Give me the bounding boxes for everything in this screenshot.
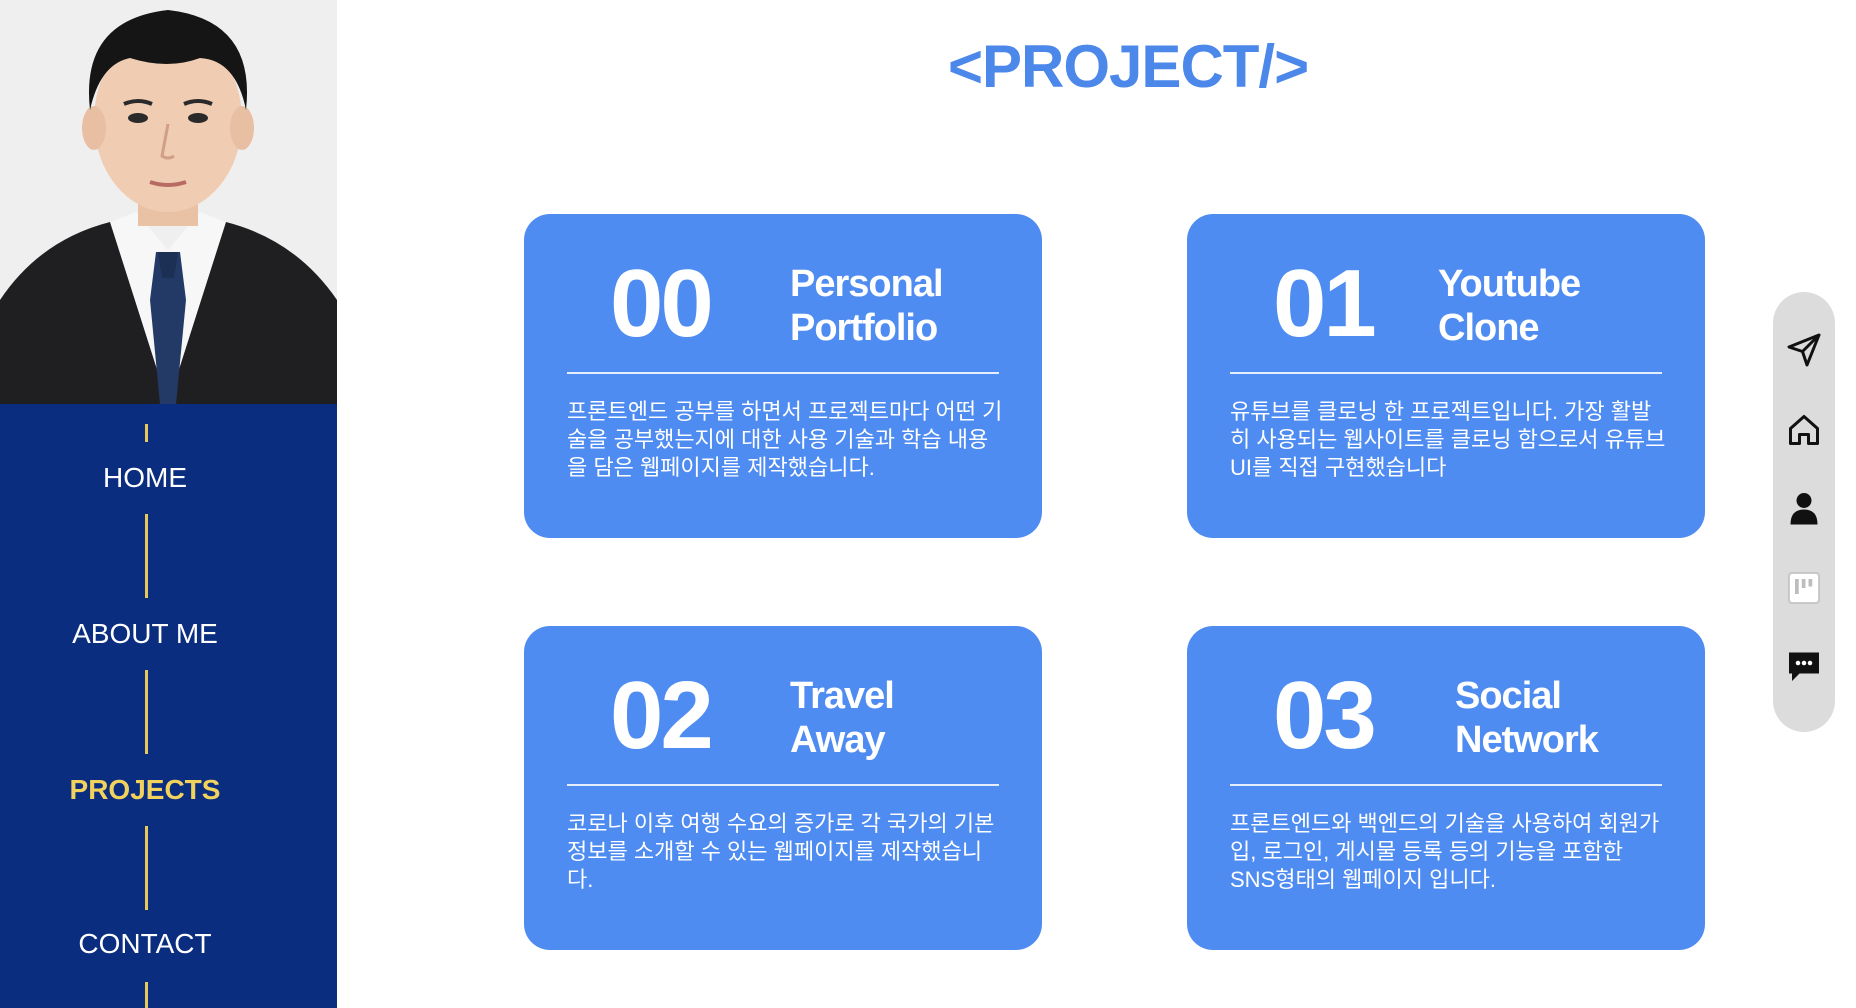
- project-name-line1: Travel: [790, 675, 895, 717]
- notion-icon[interactable]: [1786, 570, 1822, 606]
- project-name: Social Network: [1455, 674, 1599, 762]
- project-description: 프론트엔드 공부를 하면서 프로젝트마다 어떤 기술을 공부했는지에 대한 사용…: [567, 399, 1003, 480]
- user-icon[interactable]: [1786, 490, 1822, 526]
- project-name-line2: Portfolio: [790, 307, 938, 349]
- project-name-line1: Personal: [790, 263, 944, 305]
- nav-item-home[interactable]: HOME: [0, 462, 290, 494]
- nav-item-contact[interactable]: CONTACT: [0, 928, 290, 960]
- nav-connector: [145, 982, 148, 1008]
- nav-connector: [145, 424, 148, 442]
- project-name: Personal Portfolio: [790, 262, 944, 350]
- project-name-line2: Clone: [1438, 307, 1540, 349]
- project-card-social-network[interactable]: 03 Social Network 프론트엔드와 백엔드의 기술을 사용하여 회…: [1187, 626, 1705, 950]
- project-description: 프론트엔드와 백엔드의 기술을 사용하여 회원가입, 로그인, 게시물 등록 등…: [1230, 811, 1660, 892]
- nav-connector: [145, 670, 148, 754]
- card-divider: [567, 372, 999, 374]
- project-description: 코로나 이후 여행 수요의 증가로 각 국가의 기본 정보를 소개할 수 있는 …: [567, 811, 995, 892]
- project-card-travel-away[interactable]: 02 Travel Away 코로나 이후 여행 수요의 증가로 각 국가의 기…: [524, 626, 1042, 950]
- chat-icon[interactable]: [1786, 648, 1822, 684]
- project-name-line2: Away: [790, 719, 886, 761]
- card-divider: [1230, 372, 1662, 374]
- nav-connector: [145, 826, 148, 910]
- project-name: Youtube Clone: [1438, 262, 1581, 350]
- send-icon[interactable]: [1786, 332, 1822, 368]
- project-name-line1: Youtube: [1438, 263, 1581, 305]
- profile-photo: [0, 0, 337, 404]
- project-number: 02: [610, 662, 714, 769]
- project-number: 00: [610, 250, 714, 357]
- sidebar: HOME ABOUT ME PROJECTS CONTACT: [0, 0, 337, 1008]
- nav-item-about-me[interactable]: ABOUT ME: [0, 618, 290, 650]
- nav-connector: [145, 514, 148, 598]
- project-number: 01: [1273, 250, 1377, 357]
- page-title: <PROJECT/>: [948, 33, 1309, 100]
- project-name-line2: Network: [1455, 719, 1599, 761]
- project-description: 유튜브를 클로닝 한 프로젝트입니다. 가장 활발히 사용되는 웹사이트를 클로…: [1230, 399, 1666, 480]
- nav-item-projects[interactable]: PROJECTS: [0, 774, 290, 806]
- card-divider: [1230, 784, 1662, 786]
- project-card-personal-portfolio[interactable]: 00 Personal Portfolio 프론트엔드 공부를 하면서 프로젝트…: [524, 214, 1042, 538]
- card-divider: [567, 784, 999, 786]
- quick-links-bar: [1773, 292, 1835, 732]
- project-name-line1: Social: [1455, 675, 1562, 717]
- project-number: 03: [1273, 662, 1377, 769]
- project-name: Travel Away: [790, 674, 895, 762]
- project-card-youtube-clone[interactable]: 01 Youtube Clone 유튜브를 클로닝 한 프로젝트입니다. 가장 …: [1187, 214, 1705, 538]
- home-icon[interactable]: [1786, 412, 1822, 448]
